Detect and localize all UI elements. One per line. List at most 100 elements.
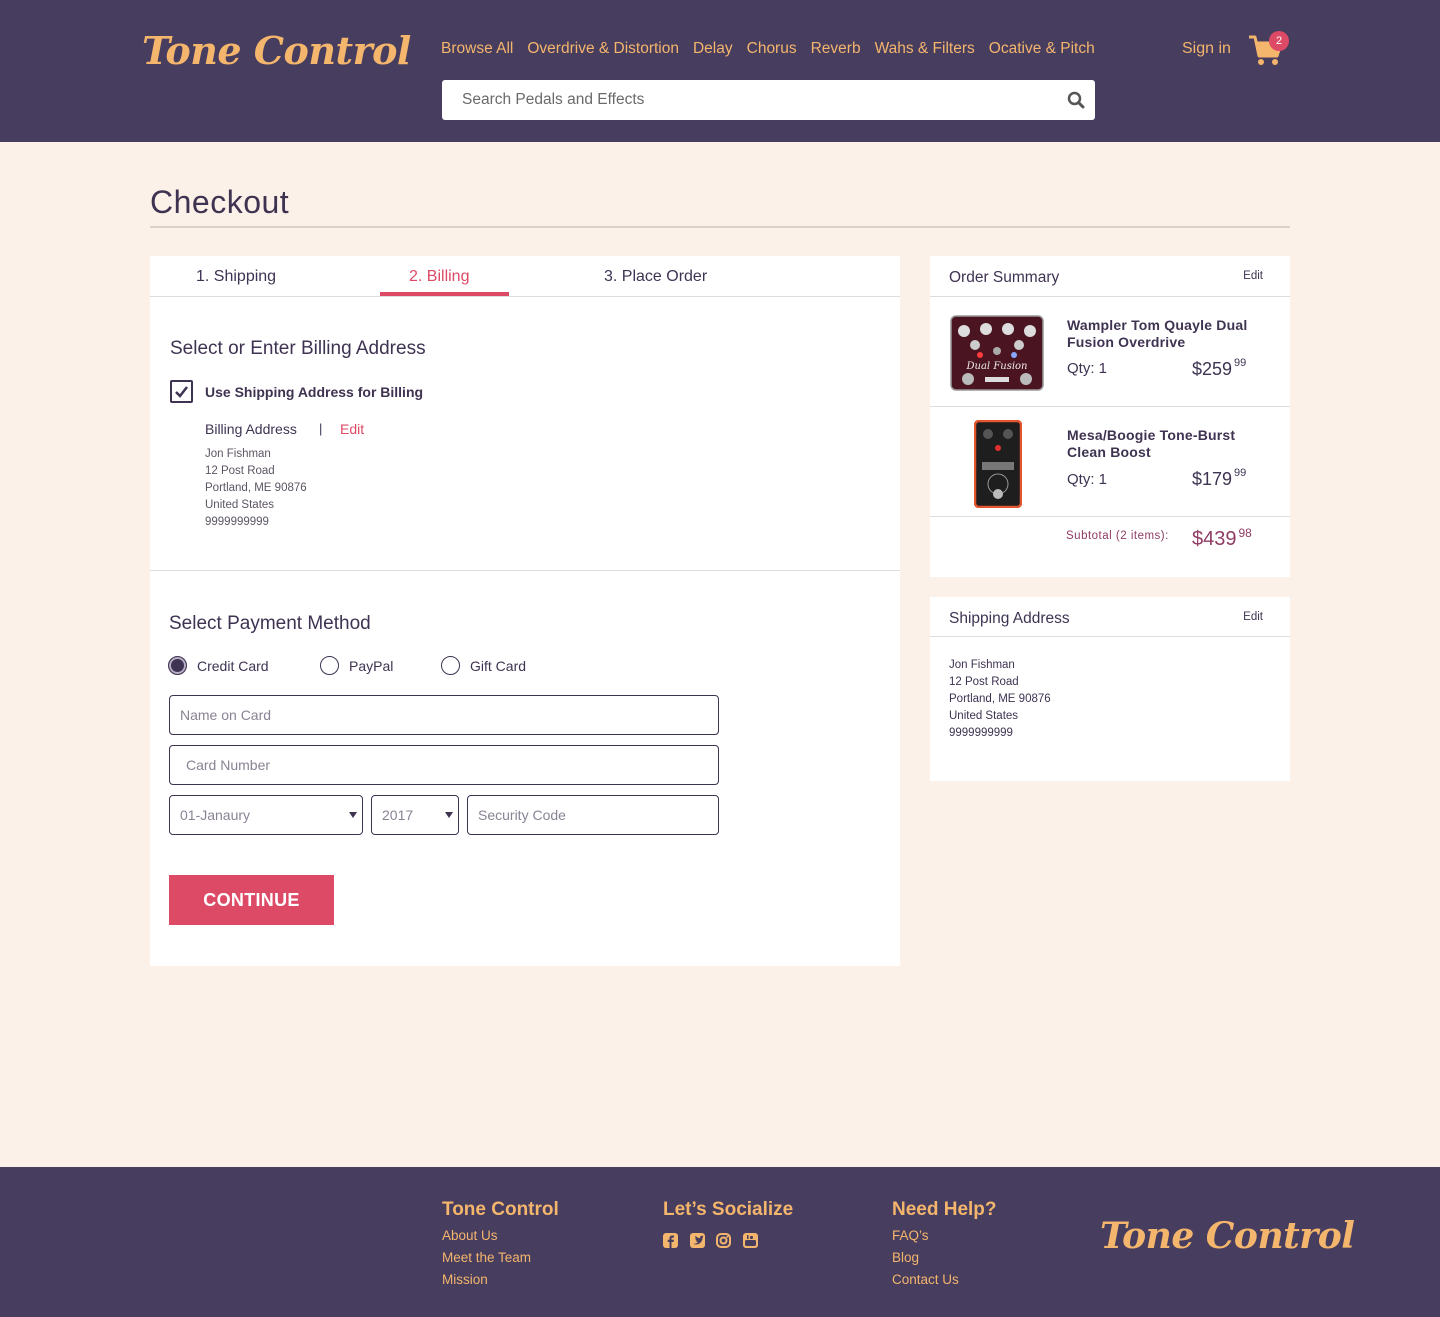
nav-browse-all[interactable]: Browse All [441,40,513,58]
shipping-address: Jon Fishman 12 Post Road Portland, ME 90… [949,657,1051,742]
name-on-card-field [169,695,719,735]
radio-gift-card[interactable] [441,656,460,675]
subtotal-label: Subtotal (2 items): [1066,530,1169,542]
checkout-steps: 1. Shipping 2. Billing 3. Place Order [150,256,900,297]
nav-chorus[interactable]: Chorus [747,40,797,58]
footer-heading-help: Need Help? [892,1199,997,1220]
address-line: United States [949,710,1019,722]
billing-address: Jon Fishman 12 Post Road Portland, ME 90… [205,446,307,531]
footer-heading-social: Let’s Socialize [663,1199,794,1220]
footer-brand-logo[interactable]: Tone Control [1100,1215,1355,1257]
edit-billing-link[interactable]: Edit [340,421,364,437]
search-icon[interactable] [1067,91,1085,109]
order-summary-header: Order Summary Edit [930,256,1290,297]
footer-link-team[interactable]: Meet the Team [442,1250,531,1265]
use-shipping-checkbox[interactable] [170,380,193,403]
tab-shipping[interactable]: 1. Shipping [196,268,276,286]
address-line: 12 Post Road [205,465,275,477]
twitter-icon[interactable] [690,1233,705,1248]
facebook-icon[interactable] [663,1233,678,1248]
subtotal-dollars: $439 [1192,528,1237,550]
security-code-field [467,795,719,835]
chevron-down-icon [445,812,453,818]
expiry-month-value: 01-Janaury [180,807,251,823]
order-summary-panel: Order Summary Edit Dual Fusion Wampler T… [930,256,1290,577]
paypal-label: PayPal [349,658,394,674]
price-cents: 99 [1234,467,1247,479]
item-price: $179 99 [1192,467,1247,490]
site-header: Tone Control Browse All Overdrive & Dist… [0,0,1440,142]
card-number-field [169,745,719,785]
svg-text:Dual Fusion: Dual Fusion [966,361,1028,372]
address-line: United States [205,499,275,511]
footer-heading-brand: Tone Control [442,1199,559,1220]
price-dollars: $179 [1192,469,1233,489]
address-line: 12 Post Road [949,676,1019,688]
address-line: Jon Fishman [949,659,1015,671]
sign-in-link[interactable]: Sign in [1182,40,1231,58]
footer-link-mission[interactable]: Mission [442,1272,488,1287]
credit-card-label: Credit Card [197,658,269,674]
billing-address-label: Billing Address [205,421,297,437]
nav-delay[interactable]: Delay [693,40,733,58]
youtube-icon[interactable] [743,1233,758,1248]
item-name[interactable]: Wampler Tom Quayle Dual Fusion Overdrive [1067,317,1267,351]
address-line: 9999999999 [205,516,269,528]
item-qty: Qty: 1 [1067,471,1108,488]
shipping-address-header: Shipping Address Edit [930,597,1290,637]
brand-logo[interactable]: Tone Control [142,28,411,73]
name-on-card-input[interactable] [170,696,718,734]
nav-octave-pitch[interactable]: Ocative & Pitch [989,40,1095,58]
nav-reverb[interactable]: Reverb [811,40,861,58]
card-number-input[interactable] [170,746,718,784]
shipping-address-title: Shipping Address [949,610,1070,627]
page-title: Checkout [150,184,290,220]
active-tab-indicator [380,292,509,296]
shipping-address-panel: Shipping Address Edit Jon Fishman 12 Pos… [930,597,1290,781]
chevron-down-icon [349,812,357,818]
site-footer: Tone Control About Us Meet the Team Miss… [0,1167,1440,1317]
item-name[interactable]: Mesa/Boogie Tone-Burst Clean Boost [1067,427,1267,461]
search-input[interactable] [442,80,1042,120]
expiry-year-value: 2017 [382,807,414,823]
checkout-panel: 1. Shipping 2. Billing 3. Place Order Se… [150,256,900,966]
item-qty: Qty: 1 [1067,360,1108,377]
address-line: 9999999999 [949,727,1013,739]
instagram-icon[interactable] [716,1233,731,1248]
footer-link-contact[interactable]: Contact Us [892,1272,959,1287]
item-price: $259 99 [1192,357,1247,380]
use-shipping-label: Use Shipping Address for Billing [205,384,424,400]
subtotal-price: $439 98 [1192,526,1252,551]
main-nav: Browse All Overdrive & Distortion Delay … [441,40,1095,58]
title-divider [150,226,1290,228]
payment-section-title: Select Payment Method [169,613,371,634]
nav-overdrive-distortion[interactable]: Overdrive & Distortion [527,40,679,58]
footer-link-about[interactable]: About Us [442,1228,498,1243]
nav-wahs-filters[interactable]: Wahs & Filters [875,40,975,58]
section-divider [150,570,900,571]
price-cents: 99 [1234,357,1247,369]
radio-paypal[interactable] [320,656,339,675]
tab-place-order[interactable]: 3. Place Order [604,268,707,286]
order-item: Dual Fusion Wampler Tom Quayle Dual Fusi… [930,297,1290,407]
expiry-month-select[interactable]: 01-Janaury [169,795,363,835]
tone-burst-pedal-image [973,419,1023,513]
continue-button[interactable]: CONTINUE [169,875,334,925]
footer-link-blog[interactable]: Blog [892,1250,919,1265]
price-dollars: $259 [1192,359,1233,379]
order-item: Mesa/Boogie Tone-Burst Clean Boost Qty: … [930,407,1290,517]
subtotal-cents: 98 [1238,526,1252,540]
order-summary-title: Order Summary [949,269,1060,286]
dual-fusion-pedal-image: Dual Fusion [950,315,1044,396]
address-line: Jon Fishman [205,448,271,460]
address-line: Portland, ME 90876 [205,482,307,494]
billing-section-title: Select or Enter Billing Address [170,338,426,359]
expiry-year-select[interactable]: 2017 [371,795,459,835]
edit-order-link[interactable]: Edit [1243,270,1263,282]
security-code-input[interactable] [468,796,718,834]
tab-billing[interactable]: 2. Billing [409,268,469,286]
footer-link-faqs[interactable]: FAQ’s [892,1228,929,1243]
radio-credit-card[interactable] [168,656,187,675]
edit-shipping-link[interactable]: Edit [1243,611,1263,623]
checkmark-icon [175,386,188,398]
